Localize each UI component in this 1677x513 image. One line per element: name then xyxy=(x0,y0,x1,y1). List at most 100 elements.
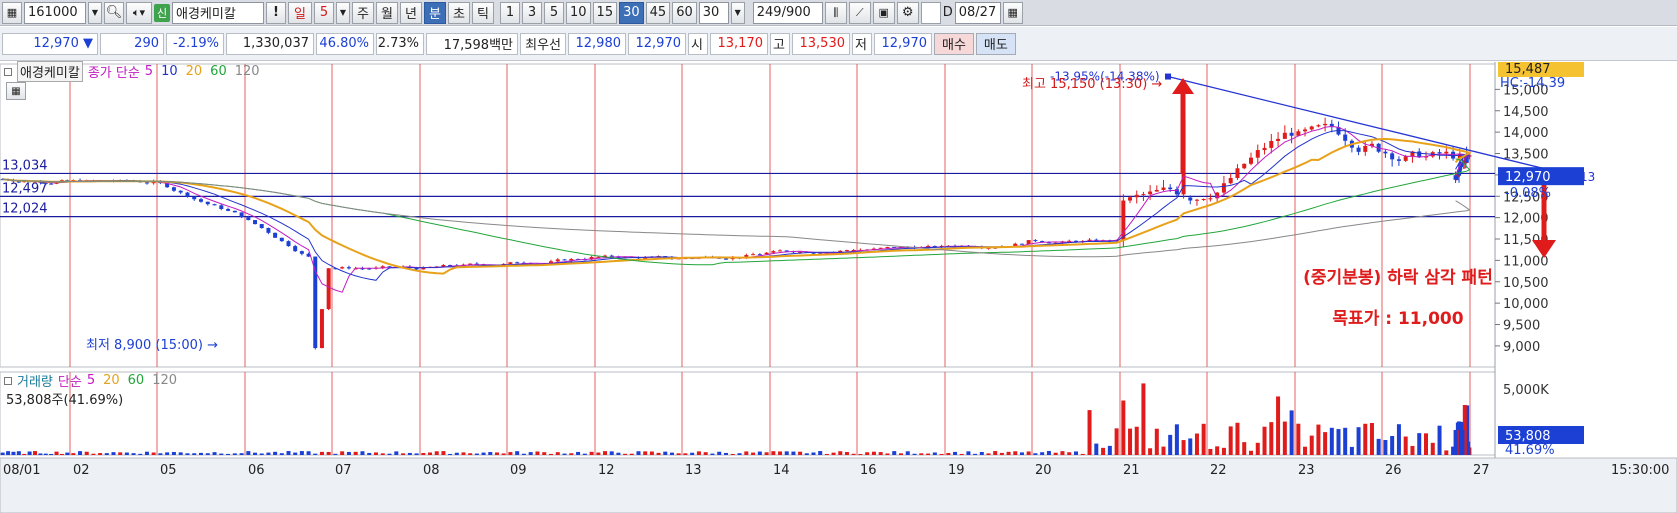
new-listing-badge: 신 xyxy=(154,3,170,22)
interval-button-60[interactable]: 60 xyxy=(672,1,697,24)
interval-button-3[interactable]: 3 xyxy=(522,1,542,24)
x-tick-label: 27 xyxy=(1473,463,1490,478)
volume-bar xyxy=(78,451,83,455)
volume-bar xyxy=(98,453,103,455)
volume-bar xyxy=(663,451,668,455)
volume-bar xyxy=(993,451,998,455)
volume-bar xyxy=(1417,433,1422,455)
support-level-label: 13,034 xyxy=(2,158,48,173)
trend-handle-start[interactable] xyxy=(1165,73,1171,80)
volume-legend-toggle-icon[interactable] xyxy=(4,376,12,385)
period-week-button[interactable]: 주 xyxy=(352,1,374,24)
volume-bar xyxy=(569,453,574,455)
count-field[interactable]: 249 /900 xyxy=(752,1,823,24)
period-minute-button[interactable]: 분 xyxy=(424,1,446,24)
code-dropdown-button[interactable]: ▼ xyxy=(88,1,102,24)
layout-icon[interactable]: ▦ xyxy=(2,1,22,24)
volume-bar xyxy=(669,452,674,455)
grid-settings-icon[interactable]: ▦ xyxy=(6,82,26,100)
volume-bar xyxy=(636,451,641,455)
interval-dropdown-button[interactable]: ▼ xyxy=(730,1,745,24)
volume-bar xyxy=(279,453,284,455)
volume-bar xyxy=(1201,423,1206,455)
volume-bar xyxy=(899,453,903,455)
interval-button-30[interactable]: 30 xyxy=(619,1,644,24)
volume-bar xyxy=(1369,422,1374,455)
buy-button[interactable]: 매수 xyxy=(934,32,974,55)
period-dropdown-button[interactable]: ▼ xyxy=(336,1,350,24)
volume-bar xyxy=(374,452,378,455)
calendar-icon[interactable]: ▦ xyxy=(1002,1,1023,24)
volume-value: 1,330,037 xyxy=(226,32,314,55)
trend-tool-icon[interactable]: ⟋ xyxy=(848,1,871,24)
volume-bar xyxy=(926,453,931,455)
chart-canvas[interactable]: 08/01 02 05 06 07 08 09 12 13 14 16 19 20 21 22 23 26 27 1… xyxy=(0,62,1677,513)
volume-bar xyxy=(219,453,224,455)
volume-bar xyxy=(710,453,715,455)
y-tick-label: 14,000 xyxy=(1503,126,1549,141)
candle-body xyxy=(1303,129,1308,132)
period-number-field[interactable]: 5 xyxy=(314,1,334,24)
candle-body xyxy=(1309,126,1314,130)
candle-body xyxy=(226,209,231,211)
volume-bar xyxy=(428,452,433,455)
volume-bar xyxy=(319,451,324,455)
volume-bar xyxy=(38,453,43,455)
interval-buttons: 1 3 5 10 15 30 45 60 xyxy=(500,1,697,24)
volume-bar xyxy=(744,451,749,455)
x-tick-label: 21 xyxy=(1123,463,1140,478)
speaker-icon[interactable]: 🔈︎▾ xyxy=(126,1,152,24)
candle-body xyxy=(286,241,291,247)
price-legend: 애경케미칼 종가 단순 5 10 20 60 120 xyxy=(4,61,260,82)
interval-button-1[interactable]: 1 xyxy=(500,1,520,24)
volume-bar xyxy=(1309,435,1314,455)
volume-bar xyxy=(1282,421,1287,455)
chart-area[interactable]: 08/01 02 05 06 07 08 09 12 13 14 16 19 20 21 22 23 26 27 1… xyxy=(0,61,1677,513)
volume-bar xyxy=(885,453,890,455)
candle-body xyxy=(253,220,258,225)
period-tick-button[interactable]: 틱 xyxy=(472,1,494,24)
volume-bar xyxy=(501,453,506,455)
volume-bar xyxy=(1255,442,1260,455)
volume-bar xyxy=(1080,453,1085,455)
period-year-button[interactable]: 년 xyxy=(400,1,422,24)
search-icon[interactable]: 🔍︎ xyxy=(104,1,124,24)
volume-bar xyxy=(1101,447,1106,455)
legend-ma-label: 종가 단순 xyxy=(87,66,140,81)
period-month-button[interactable]: 월 xyxy=(376,1,398,24)
volume-legend-ma-periods: 5 20 60 120 xyxy=(87,373,177,388)
interval-button-45[interactable]: 45 xyxy=(645,1,671,24)
volume-bar xyxy=(1376,438,1381,455)
gear-icon[interactable]: ⚙ xyxy=(896,1,919,24)
sell-button[interactable]: 매도 xyxy=(975,32,1016,55)
volume-bar xyxy=(1094,443,1099,455)
interval-button-15[interactable]: 15 xyxy=(592,1,618,24)
date-checkbox[interactable] xyxy=(920,1,941,24)
candle-settings-icon[interactable]: ⫼ xyxy=(824,1,847,24)
candle-body xyxy=(609,255,614,257)
x-tick-label: 06 xyxy=(248,463,265,478)
legend-ma-periods: 5 10 20 60 120 xyxy=(145,64,260,79)
save-icon[interactable]: ▣ xyxy=(872,1,895,24)
volume-bar xyxy=(1141,383,1146,455)
volume-bar xyxy=(778,451,783,455)
volume-bar xyxy=(730,453,735,455)
interval-button-5[interactable]: 5 xyxy=(544,1,564,24)
stock-code-input[interactable]: 161000 xyxy=(24,1,86,24)
candle-body xyxy=(1276,138,1281,141)
period-day-button[interactable]: 일 xyxy=(288,1,312,24)
candle-body xyxy=(279,237,284,242)
volume-bar xyxy=(178,452,183,455)
date-input[interactable]: 08/27 xyxy=(954,1,1001,24)
interval-select[interactable]: 30 xyxy=(698,1,729,24)
legend-toggle-icon[interactable] xyxy=(4,67,12,76)
x-tick-label: 20 xyxy=(1035,463,1052,478)
volume-bar xyxy=(1363,423,1368,455)
x-tick-label: 16 xyxy=(860,463,877,478)
volume-bar xyxy=(649,451,654,455)
period-second-button[interactable]: 초 xyxy=(448,1,470,24)
interval-button-10[interactable]: 10 xyxy=(566,1,591,24)
volume-bar xyxy=(596,452,601,455)
alert-button[interactable]: ! xyxy=(266,1,286,24)
volume-bar xyxy=(1053,452,1058,455)
